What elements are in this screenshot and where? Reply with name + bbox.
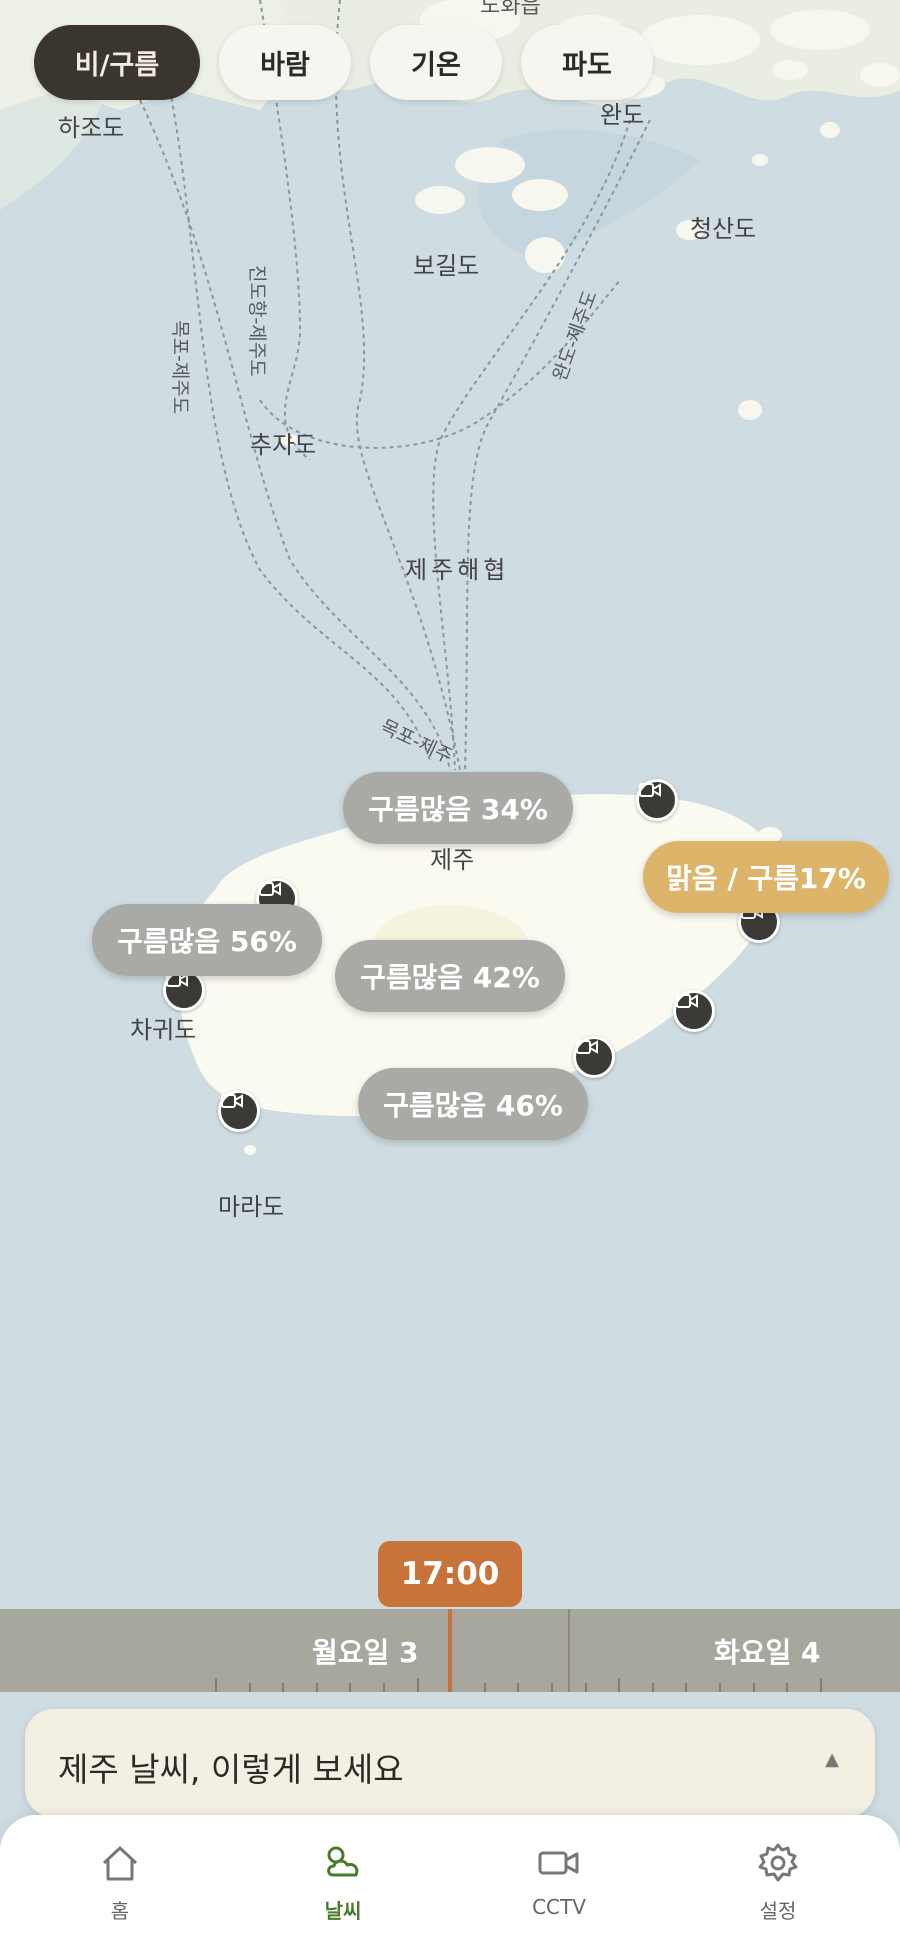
- map-label-jeju-strait: 제주해협: [405, 556, 510, 584]
- timeline-tick: [349, 1683, 352, 1692]
- weather-layer-tabs: 비/구름 바람 기온 파도: [34, 25, 653, 100]
- day-label-tuesday: 화요일 4: [714, 1636, 821, 1669]
- day-label-monday: 월요일 3: [312, 1636, 419, 1669]
- nav-home-label: 홈: [110, 1899, 130, 1923]
- nav-settings-label: 설정: [759, 1899, 797, 1923]
- video-camera-icon: [259, 882, 281, 896]
- info-panel-title: 제주 날씨, 이렇게 보세요: [58, 1750, 404, 1789]
- tab-wind[interactable]: 바람: [219, 25, 351, 100]
- tab-temperature[interactable]: 기온: [370, 25, 502, 100]
- day-divider: [568, 1609, 570, 1692]
- timeline-tick: [618, 1678, 621, 1692]
- weather-bubble-west[interactable]: 구름많음 56%: [92, 904, 322, 976]
- info-panel[interactable]: 제주 날씨, 이렇게 보세요 ▲: [25, 1709, 875, 1817]
- timeline-tick: [483, 1683, 486, 1692]
- weather-bubble-center[interactable]: 구름많음 42%: [335, 940, 565, 1012]
- cctv-marker[interactable]: [673, 990, 715, 1032]
- timeline-tick: [651, 1683, 654, 1692]
- timeline-tick: [315, 1683, 318, 1692]
- cctv-marker[interactable]: [573, 1036, 615, 1078]
- route-label-mokpo-jeju: 목포-제주도: [169, 320, 191, 415]
- timeline-tick: [584, 1683, 587, 1692]
- weather-bubble-east[interactable]: 맑음 / 구름17%: [643, 841, 889, 913]
- map-label-marado: 마라도: [218, 1193, 285, 1221]
- map-label-top-partial: 노화읍: [480, 0, 541, 19]
- timeline-tick: [719, 1683, 721, 1692]
- timeline-tick: [551, 1683, 553, 1692]
- weather-bubble-jeju[interactable]: 구름많음 34%: [343, 772, 573, 844]
- map-label-cheongsando: 청산도: [690, 215, 757, 243]
- weather-cloud-icon: [327, 1846, 359, 1877]
- nav-cctv[interactable]: CCTV: [499, 1841, 619, 1919]
- cctv-marker[interactable]: [218, 1090, 260, 1132]
- map-label-wando: 완도: [600, 101, 645, 129]
- route-label-jindo-jeju: 진도항-제주도: [246, 265, 268, 377]
- nav-settings[interactable]: 설정: [718, 1841, 838, 1924]
- settings-gear-icon: [758, 1843, 798, 1882]
- timeline-tick: [685, 1683, 688, 1692]
- video-camera-icon: [538, 1851, 579, 1875]
- timeline-tick: [819, 1678, 822, 1692]
- timeline-tick: [282, 1683, 285, 1692]
- timeline-tick: [752, 1683, 755, 1692]
- map-label-hajodo: 하조도: [58, 114, 125, 142]
- current-time-badge[interactable]: 17:00: [378, 1541, 522, 1607]
- bottom-navigation: 홈 날씨 CCTV 설정: [0, 1815, 900, 1951]
- tab-wave[interactable]: 파도: [521, 25, 653, 100]
- nav-cctv-label: CCTV: [532, 1895, 586, 1919]
- map-label-jeju: 제주: [430, 846, 475, 874]
- timeline-cursor[interactable]: [448, 1609, 452, 1692]
- timeline-tick: [215, 1678, 217, 1692]
- nav-weather[interactable]: 날씨: [283, 1841, 403, 1924]
- video-camera-icon: [576, 1040, 598, 1054]
- weather-map[interactable]: 하조도 완도 노화읍 보길도 청산도 추자도 제주해협 제주 차귀도 마라도 목…: [0, 0, 900, 1610]
- map-label-chagwido: 차귀도: [130, 1016, 197, 1044]
- video-camera-icon: [221, 1094, 243, 1108]
- video-camera-icon: [676, 994, 698, 1008]
- nav-home[interactable]: 홈: [60, 1841, 180, 1924]
- timeline-scrubber[interactable]: 월요일 3 화요일 4: [0, 1609, 900, 1692]
- timeline-tick: [248, 1683, 251, 1692]
- nav-weather-label: 날씨: [324, 1899, 362, 1923]
- timeline-tick: [383, 1683, 385, 1692]
- timeline-tick: [517, 1683, 520, 1692]
- cctv-marker[interactable]: [636, 779, 678, 821]
- video-camera-icon: [639, 783, 661, 797]
- expand-arrow-icon[interactable]: ▲: [825, 1749, 839, 1770]
- weather-bubble-south[interactable]: 구름많음 46%: [358, 1068, 588, 1140]
- timeline-tick: [786, 1683, 789, 1692]
- map-label-bogildo: 보길도: [413, 252, 480, 280]
- map-label-chujado: 추자도: [250, 431, 317, 459]
- timeline-tick: [416, 1678, 419, 1692]
- tab-rain-cloud[interactable]: 비/구름: [34, 25, 200, 100]
- home-icon: [102, 1846, 138, 1881]
